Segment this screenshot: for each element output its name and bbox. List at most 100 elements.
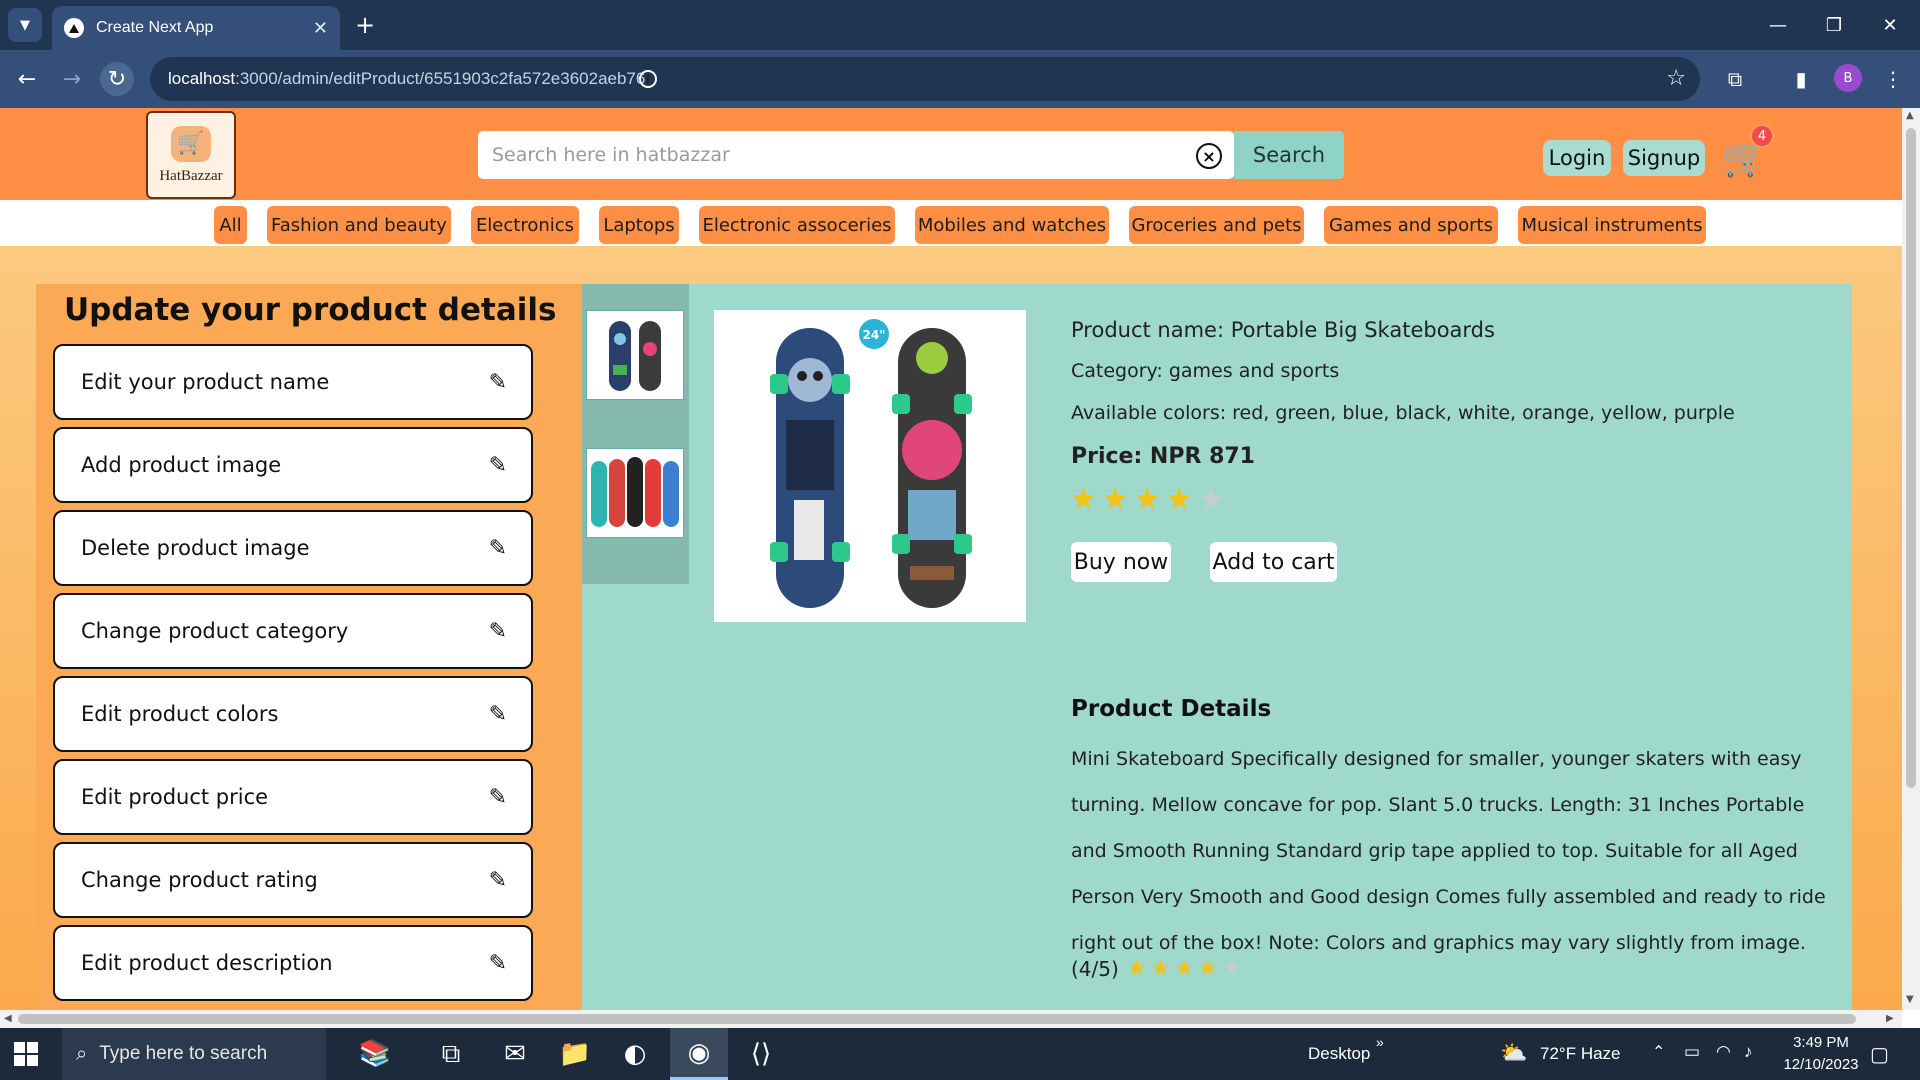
- task-view-icon[interactable]: ⧉: [422, 1028, 480, 1080]
- back-arrow-icon[interactable]: ←: [10, 62, 44, 96]
- weather-icon[interactable]: ⛅: [1500, 1040, 1527, 1066]
- extensions-puzzle-icon[interactable]: ⧉: [1718, 62, 1752, 96]
- clear-search-icon[interactable]: ×: [1196, 143, 1222, 169]
- search-box: ×: [478, 131, 1236, 179]
- edit-price-button[interactable]: Edit product price ✎: [53, 759, 533, 835]
- search-button[interactable]: Search: [1234, 131, 1344, 179]
- weather-text[interactable]: 72°F Haze: [1540, 1044, 1621, 1064]
- category-pill-groceries[interactable]: Groceries and pets: [1129, 206, 1304, 244]
- edit-product-name-button[interactable]: Edit your product name ✎: [53, 344, 533, 420]
- desktop-toolbar-label[interactable]: Desktop: [1308, 1044, 1370, 1064]
- scroll-up-arrow-icon[interactable]: ▲: [1906, 110, 1914, 121]
- edit-options-panel: Update your product details Edit your pr…: [36, 284, 582, 1010]
- horizontal-scrollbar[interactable]: ◀ ▶: [0, 1010, 1902, 1028]
- vscode-icon[interactable]: ⟨⟩: [732, 1028, 790, 1080]
- add-product-image-button[interactable]: Add product image ✎: [53, 427, 533, 503]
- skateboard-set-image: [591, 457, 679, 527]
- category-pill-laptops[interactable]: Laptops: [599, 206, 679, 244]
- search-icon: ⌕: [76, 1042, 88, 1065]
- tab-search-chevron-icon[interactable]: ▼: [8, 8, 42, 42]
- clock[interactable]: 3:49 PM 12/10/2023: [1776, 1032, 1866, 1076]
- category-bar: All Fashion and beauty Electronics Lapto…: [0, 200, 1902, 246]
- close-window-icon[interactable]: ✕: [1870, 8, 1910, 42]
- edit-colors-button[interactable]: Edit product colors ✎: [53, 676, 533, 752]
- minimize-window-icon[interactable]: —: [1758, 8, 1798, 42]
- category-pill-mobiles[interactable]: Mobiles and watches: [915, 206, 1109, 244]
- change-rating-button[interactable]: Change product rating ✎: [53, 842, 533, 918]
- scroll-left-arrow-icon[interactable]: ◀: [4, 1013, 12, 1024]
- scroll-right-arrow-icon[interactable]: ▶: [1886, 1013, 1894, 1024]
- star-filled-icon: ★: [1165, 482, 1198, 517]
- category-pill-musical[interactable]: Musical instruments: [1518, 206, 1706, 244]
- product-thumbnail-2[interactable]: [586, 448, 684, 538]
- product-details-heading: Product Details: [1071, 696, 1272, 722]
- browser-tab[interactable]: Create Next App ✕: [52, 6, 340, 50]
- side-panel-icon[interactable]: ▮: [1784, 62, 1818, 96]
- restore-window-icon[interactable]: ❐: [1814, 8, 1854, 42]
- browser-menu-icon[interactable]: ⋮: [1876, 62, 1910, 96]
- star-filled-icon: ★: [1070, 482, 1102, 517]
- product-preview-panel: 24" Product name: Portable Big Skateboar…: [582, 284, 1852, 1010]
- product-category: Category: games and sports: [1071, 360, 1340, 382]
- close-tab-icon[interactable]: ✕: [313, 18, 328, 39]
- rating-text: (4/5): [1071, 956, 1119, 981]
- forward-arrow-icon[interactable]: →: [55, 62, 89, 96]
- pencil-icon: ✎: [488, 784, 507, 810]
- hatbazzar-logo[interactable]: 🛒 HatBazzar: [146, 111, 236, 199]
- pencil-icon: ✎: [488, 369, 507, 395]
- taskbar-search[interactable]: ⌕ Type here to search: [62, 1028, 326, 1080]
- add-to-cart-button[interactable]: Add to cart: [1210, 542, 1337, 582]
- edit-description-button[interactable]: Edit product description ✎: [53, 925, 533, 1001]
- vertical-scroll-thumb[interactable]: [1906, 128, 1916, 788]
- panel-title: Update your product details: [64, 292, 557, 328]
- address-bar[interactable]: i localhost:3000/admin/editProduct/65519…: [150, 57, 1700, 101]
- category-pill-electronic-assoceries[interactable]: Electronic assoceries: [699, 206, 895, 244]
- search-input[interactable]: [478, 131, 1236, 179]
- news-widget-icon[interactable]: 📚: [328, 1028, 422, 1080]
- windows-start-icon[interactable]: [14, 1042, 38, 1066]
- category-pill-games[interactable]: Games and sports: [1324, 206, 1498, 244]
- profile-avatar[interactable]: B: [1834, 64, 1862, 92]
- tab-title: Create Next App: [96, 19, 214, 36]
- product-thumbnail-1[interactable]: [586, 310, 684, 400]
- pencil-icon: ✎: [488, 618, 507, 644]
- login-button[interactable]: Login: [1543, 140, 1611, 176]
- pencil-icon: ✎: [488, 701, 507, 727]
- windows-taskbar: ⌕ Type here to search 📚 ⧉ ✉ 📁 ◐ ◉ ⟨⟩ Des…: [0, 1028, 1920, 1080]
- chrome-browser-icon[interactable]: ◉: [670, 1028, 728, 1080]
- pencil-icon: ✎: [488, 452, 507, 478]
- nextjs-favicon-icon: [64, 18, 84, 38]
- buy-now-button[interactable]: Buy now: [1071, 542, 1171, 582]
- taskbar-search-placeholder: Type here to search: [99, 1043, 268, 1064]
- category-pill-electronics[interactable]: Electronics: [471, 206, 579, 244]
- horizontal-scroll-thumb[interactable]: [18, 1014, 1856, 1024]
- mail-icon[interactable]: ✉: [486, 1028, 544, 1080]
- scroll-down-arrow-icon[interactable]: ▼: [1906, 994, 1914, 1005]
- edge-browser-icon[interactable]: ◐: [606, 1028, 664, 1080]
- product-colors: Available colors: red, green, blue, blac…: [1071, 402, 1735, 424]
- site-header: 🛒 HatBazzar × Search Login Signup 🛒 4: [0, 108, 1902, 200]
- delete-product-image-button[interactable]: Delete product image ✎: [53, 510, 533, 586]
- bookmark-star-icon[interactable]: ☆: [1666, 66, 1686, 91]
- battery-icon[interactable]: ▭: [1684, 1042, 1700, 1062]
- notifications-icon[interactable]: ▢: [1870, 1042, 1889, 1067]
- web-page: 🛒 HatBazzar × Search Login Signup 🛒 4 Al…: [0, 108, 1902, 1010]
- product-main-image: 24": [714, 310, 1026, 622]
- category-pill-all[interactable]: All: [214, 206, 247, 244]
- wifi-icon[interactable]: ◠: [1716, 1042, 1731, 1062]
- product-rating-stars: ★★★★★: [1070, 482, 1230, 517]
- toolbar-expand-icon[interactable]: »: [1376, 1034, 1384, 1050]
- new-tab-plus-icon[interactable]: +: [348, 8, 382, 42]
- product-description: Mini Skateboard Specifically designed fo…: [1071, 748, 1826, 954]
- signup-button[interactable]: Signup: [1623, 140, 1705, 176]
- file-explorer-icon[interactable]: 📁: [546, 1028, 604, 1080]
- tray-chevron-icon[interactable]: ⌃: [1652, 1042, 1665, 1062]
- category-pill-fashion[interactable]: Fashion and beauty: [267, 206, 451, 244]
- site-info-icon[interactable]: i: [639, 70, 657, 88]
- change-category-button[interactable]: Change product category ✎: [53, 593, 533, 669]
- clock-date: 12/10/2023: [1783, 1056, 1859, 1073]
- url-text: localhost:3000/admin/editProduct/6551903…: [168, 69, 646, 88]
- vertical-scrollbar[interactable]: ▲ ▼: [1902, 108, 1920, 1010]
- volume-icon[interactable]: ♪: [1744, 1042, 1753, 1062]
- reload-icon[interactable]: ↻: [100, 62, 134, 96]
